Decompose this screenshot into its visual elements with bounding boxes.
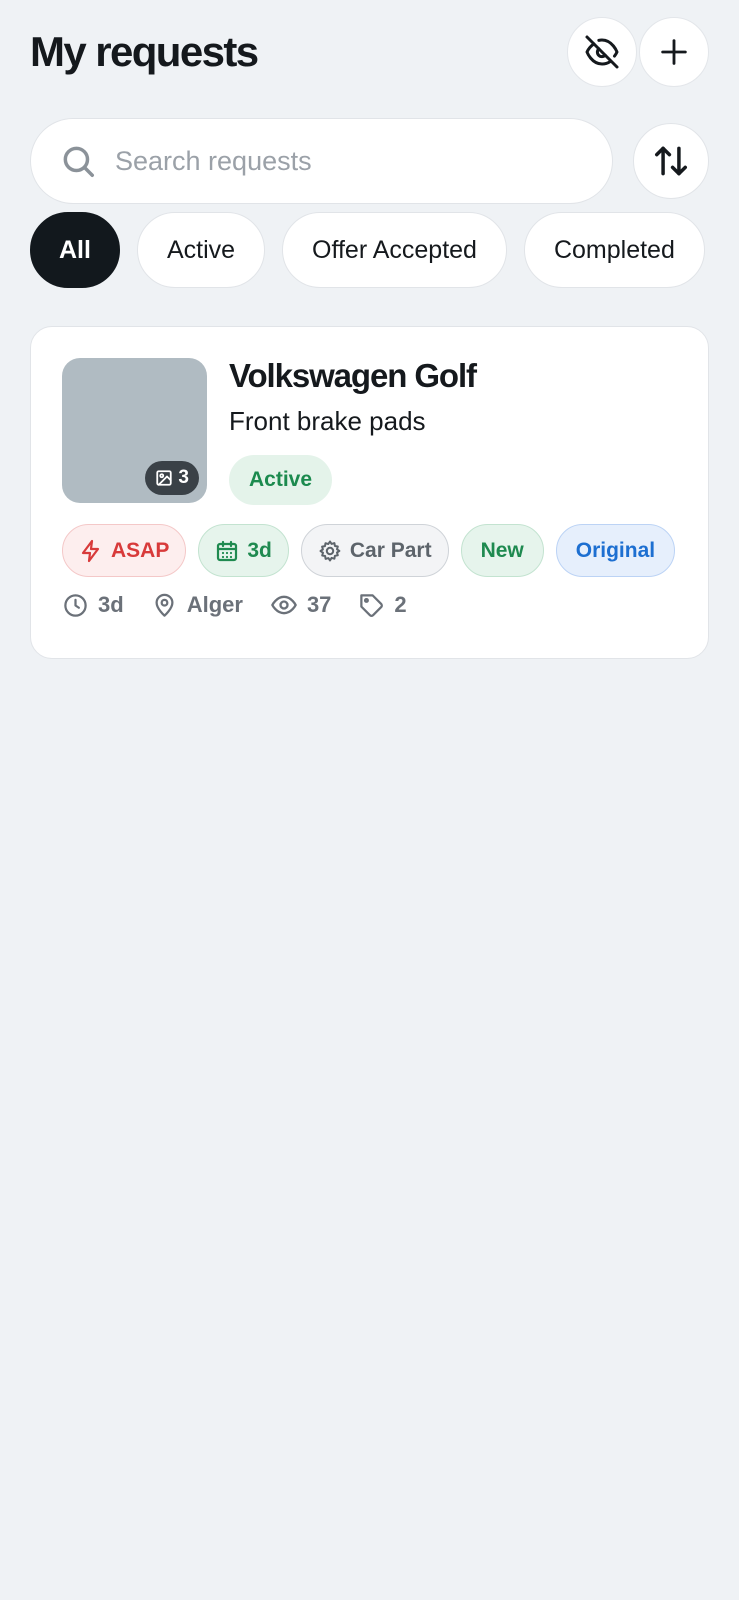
request-card[interactable]: 3 Volkswagen Golf Front brake pads Activ… [30,326,709,659]
header-actions [567,17,709,87]
meta-location: Alger [151,592,243,619]
condition-tag: New [460,524,544,577]
filter-chip-active[interactable]: Active [136,212,266,288]
image-icon [155,469,173,487]
views-value: 37 [306,592,332,617]
filter-chip-offer-accepted[interactable]: Offer Accepted [282,212,507,288]
offers-value: 2 [394,592,407,617]
calendar-icon [215,539,239,563]
location-value: Alger [186,592,243,617]
sort-button[interactable] [633,123,709,199]
clock-icon [62,592,89,619]
request-tags: ASAP 3d Car Part New Original [62,524,676,577]
eye-off-icon [584,34,620,70]
category-label: Car Part [349,538,432,562]
filter-chip-completed[interactable]: Completed [523,212,705,288]
urgency-tag: ASAP [62,524,187,577]
image-count-badge: 3 [145,461,199,495]
search-icon [59,142,97,180]
deadline-label: 3d [247,538,272,562]
arrows-up-down-icon [652,142,690,180]
status-badge: Active [229,455,333,505]
category-tag: Car Part [300,524,449,577]
eye-icon [270,591,298,619]
toggle-visibility-button[interactable] [567,17,637,87]
status-filter-chips: All Active Offer Accepted Completed [30,212,739,288]
tag-icon [358,592,385,619]
lightning-icon [79,539,103,563]
page-title: My requests [30,28,259,75]
search-input[interactable] [115,145,575,177]
meta-views: 37 [270,591,331,619]
search-box[interactable] [30,118,613,204]
deadline-tag: 3d [198,524,289,577]
header: My requests [30,16,709,88]
age-value: 3d [98,592,124,617]
request-thumbnail[interactable]: 3 [62,358,207,503]
image-count: 3 [178,467,189,488]
urgency-label: ASAP [111,538,170,562]
part-name: Front brake pads [229,406,426,436]
filter-chip-all[interactable]: All [30,212,120,288]
meta-offers: 2 [358,592,407,619]
add-request-button[interactable] [639,17,709,87]
plus-icon [657,35,691,69]
gear-icon [318,539,342,563]
origin-tag: Original [555,524,676,577]
map-pin-icon [151,592,178,619]
search-row [30,117,709,205]
request-meta: 3d Alger 37 2 [62,591,407,619]
vehicle-title: Volkswagen Golf [229,357,477,394]
meta-age: 3d [62,592,124,619]
